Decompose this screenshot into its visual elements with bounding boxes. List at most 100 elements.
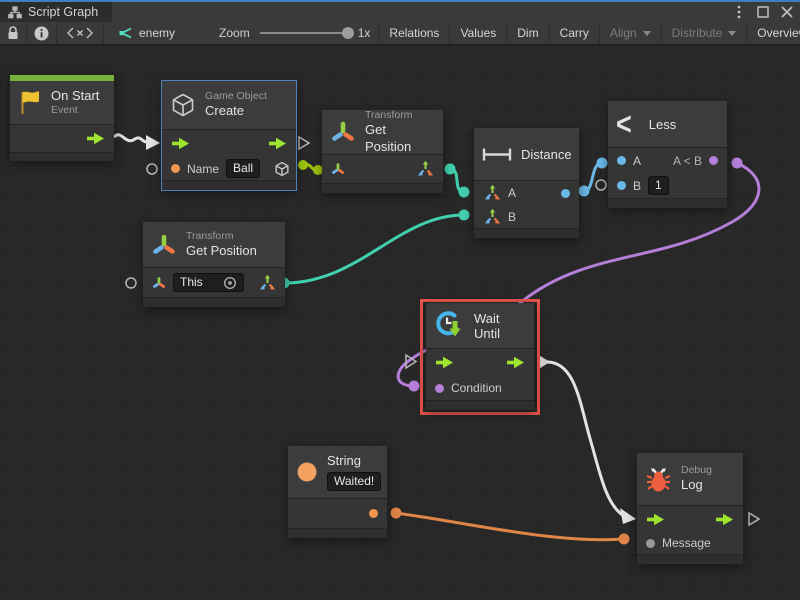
- node-on-start[interactable]: On Start Event: [10, 75, 114, 161]
- unconnected-flow-indicator: [749, 513, 759, 525]
- lock-icon: [7, 26, 19, 40]
- graph-breadcrumb[interactable]: enemy: [104, 22, 181, 44]
- target-object-field[interactable]: This: [173, 273, 244, 292]
- unconnected-port-indicator: [147, 164, 157, 174]
- overview-button[interactable]: Overview: [747, 22, 800, 44]
- maximize-icon[interactable]: [754, 3, 772, 21]
- zoom-slider-handle[interactable]: [342, 27, 354, 39]
- flow-output-port[interactable]: [268, 137, 287, 150]
- align-button[interactable]: Align: [600, 22, 662, 44]
- tab-title: Script Graph: [28, 5, 98, 19]
- number-input-port-b[interactable]: [617, 181, 626, 190]
- node-title: Log: [681, 477, 712, 493]
- node-get-position-2[interactable]: Transform Get Position This: [143, 222, 285, 307]
- string-input-port[interactable]: [171, 164, 180, 173]
- port-label: B: [633, 179, 641, 193]
- node-distance[interactable]: Distance A B: [474, 128, 579, 238]
- b-value-field[interactable]: 1: [648, 176, 669, 195]
- zoom-slider[interactable]: [260, 32, 352, 34]
- zoom-control: Zoom 1x: [181, 22, 370, 44]
- distribute-button[interactable]: Distribute: [662, 22, 748, 44]
- flow-output-port[interactable]: [715, 513, 734, 526]
- unconnected-port-indicator: [596, 180, 606, 190]
- node-string[interactable]: String Waited!: [288, 446, 387, 538]
- unconnected-flow-indicator: [299, 137, 309, 149]
- wire-waituntil-to-log[interactable]: [537, 354, 636, 524]
- node-category: Debug: [681, 464, 712, 477]
- flow-input-port[interactable]: [435, 356, 454, 369]
- target-object-value: This: [180, 275, 203, 290]
- unconnected-port-indicator: [126, 278, 136, 288]
- vector3-output-port[interactable]: [416, 160, 434, 178]
- dim-button[interactable]: Dim: [507, 22, 549, 44]
- flow-output-port[interactable]: [506, 356, 525, 369]
- node-title: Less: [649, 117, 676, 132]
- code-preview-button[interactable]: [57, 22, 104, 44]
- chevron-down-icon: [728, 31, 736, 36]
- vector3-output-port[interactable]: [258, 274, 276, 292]
- port-label: Name: [187, 162, 219, 176]
- node-title: On Start: [51, 88, 99, 104]
- close-icon[interactable]: [778, 3, 796, 21]
- node-less[interactable]: < Less A A < B B 1: [608, 101, 727, 208]
- node-create[interactable]: Game Object Create Name Ball: [162, 81, 296, 190]
- game-object-icon: [170, 92, 196, 118]
- port-label: B: [508, 210, 516, 224]
- tab-script-graph[interactable]: Script Graph: [0, 2, 112, 22]
- flag-icon: [18, 90, 42, 116]
- transform-input-port[interactable]: [152, 276, 166, 290]
- wire-onstart-to-create[interactable]: [106, 132, 160, 150]
- flow-output-port[interactable]: [86, 132, 105, 145]
- string-output-port[interactable]: [369, 509, 378, 518]
- wire-string-to-log-message[interactable]: [391, 508, 630, 545]
- carry-button[interactable]: Carry: [550, 22, 600, 44]
- node-get-position-1[interactable]: Transform Get Position: [322, 110, 443, 193]
- node-title: Create: [205, 103, 267, 119]
- relations-button[interactable]: Relations: [378, 22, 450, 44]
- number-input-port-a[interactable]: [617, 156, 626, 165]
- node-title: Distance: [521, 147, 572, 162]
- wire-distance-to-less-a[interactable]: [579, 158, 608, 197]
- less-icon: <: [616, 108, 632, 139]
- node-debug-log[interactable]: Debug Log Message: [637, 453, 743, 564]
- zoom-label: Zoom: [219, 26, 250, 40]
- transform-icon: [151, 232, 177, 258]
- values-button[interactable]: Values: [450, 22, 507, 44]
- transform-icon: [330, 119, 356, 145]
- lock-button[interactable]: [0, 22, 27, 44]
- script-graph-icon: [8, 6, 22, 19]
- number-output-port[interactable]: [561, 189, 570, 198]
- game-object-output-port[interactable]: [274, 161, 290, 177]
- graph-toolbar: enemy Zoom 1x Relations Values Dim Carry…: [0, 22, 800, 45]
- object-picker-icon[interactable]: [223, 276, 237, 290]
- wait-until-icon: [434, 310, 465, 341]
- graph-canvas[interactable]: On Start Event Game Object Create: [0, 45, 800, 600]
- tab-bar: Script Graph: [0, 2, 800, 22]
- flow-input-port[interactable]: [646, 513, 665, 526]
- vector3-input-port-a[interactable]: [483, 184, 501, 202]
- name-value-field[interactable]: Ball: [226, 159, 260, 178]
- wire-getposition1-to-distance-a[interactable]: [445, 164, 470, 198]
- chevron-down-icon: [643, 31, 651, 36]
- window-controls: [730, 2, 796, 22]
- node-title: Wait Until: [474, 311, 524, 341]
- script-graph-window: Script Graph enemy Zoom 1x Relations Val…: [0, 0, 800, 600]
- kebab-menu-icon[interactable]: [730, 3, 748, 21]
- string-icon: [296, 461, 318, 483]
- message-input-port[interactable]: [646, 539, 655, 548]
- node-title: String: [327, 453, 381, 469]
- boolean-output-port[interactable]: [709, 156, 718, 165]
- transform-input-port[interactable]: [331, 162, 345, 176]
- node-wait-until[interactable]: Wait Until Condition: [426, 303, 534, 410]
- node-title: Get Position: [365, 122, 433, 155]
- graph-icon: [118, 26, 133, 40]
- wire-create-to-getposition1[interactable]: [298, 160, 323, 175]
- wire-getposition2-to-distance-b[interactable]: [279, 210, 470, 289]
- port-label: A: [508, 186, 516, 200]
- flow-input-port[interactable]: [171, 137, 190, 150]
- boolean-input-port[interactable]: [435, 384, 444, 393]
- node-category: Game Object: [205, 90, 267, 103]
- vector3-input-port-b[interactable]: [483, 208, 501, 226]
- string-value-field[interactable]: Waited!: [327, 472, 381, 491]
- info-button[interactable]: [27, 22, 57, 44]
